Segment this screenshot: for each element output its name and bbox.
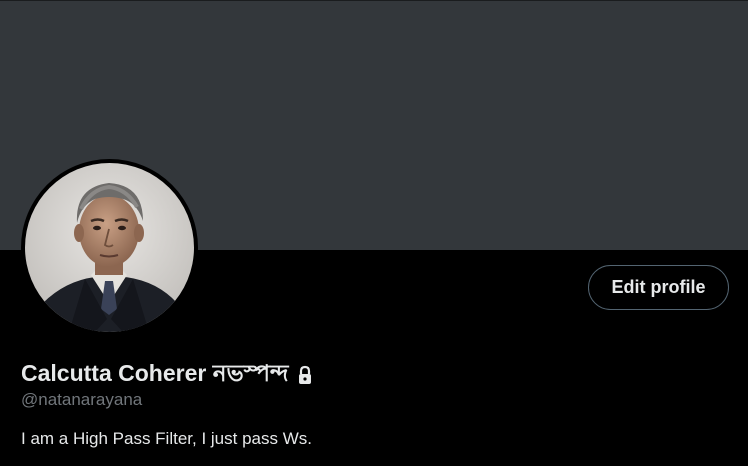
profile-photo: [25, 163, 194, 332]
profile-bio: I am a High Pass Filter, I just pass Ws.: [21, 429, 312, 448]
profile-page: Edit profile Calcutta Coherer নভস্পন্দ @…: [0, 0, 748, 466]
profile-name-row: Calcutta Coherer নভস্পন্দ: [21, 355, 314, 394]
user-handle: @natanarayana: [21, 390, 143, 409]
edit-profile-button[interactable]: Edit profile: [588, 265, 729, 310]
avatar[interactable]: [21, 159, 198, 336]
display-name: Calcutta Coherer নভস্পন্দ: [21, 360, 289, 386]
lock-icon: [296, 364, 314, 386]
